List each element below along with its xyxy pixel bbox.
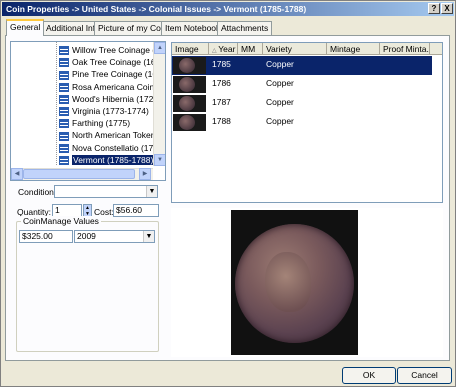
list-icon [59,46,69,56]
list-icon [59,143,69,153]
tree-item-label: Farthing (1775) [72,118,131,129]
value-amount: $325.00 [22,231,53,241]
cell-year: 1788 [212,116,231,126]
tree-item-label: Wood's Hibernia (1722-17 [72,93,166,104]
cost-value: $56.60 [116,205,142,215]
window-title: Coin Properties -> United States -> Colo… [2,2,454,16]
group-title: CoinManage Values [21,216,101,226]
tree-item[interactable]: North American Tokens (1 [59,129,166,141]
coin-tree[interactable]: Willow Tree Coinage (165 Oak Tree Coinage… [10,41,166,181]
table-row[interactable]: 1786 Copper [172,75,432,94]
tree-item[interactable]: Rosa Americana Coins (17 [59,81,166,93]
value-year-select[interactable]: 2009 ▼ [74,230,155,243]
tree-horizontal-scrollbar[interactable]: ◀ ▶ [11,168,153,180]
chevron-down-icon[interactable]: ▼ [143,231,154,242]
tree-item-label: Nova Constellatio (1783-1 [72,142,166,153]
scroll-left-arrow-icon[interactable]: ◀ [11,168,23,180]
column-header-year-label: Year [218,44,236,54]
coin-picture-area [171,208,443,357]
scroll-thumb[interactable] [23,169,135,179]
tree-item-label: Oak Tree Coinage (1660-1 [72,57,166,68]
column-header-year[interactable]: △ Year [209,43,238,55]
coin-properties-window: Coin Properties -> United States -> Colo… [0,0,456,387]
table-row[interactable]: 1787 Copper [172,94,432,113]
coin-thumbnail [173,76,206,93]
cell-variety: Copper [266,97,294,107]
coin-portrait [265,252,311,312]
tree-item-label: Willow Tree Coinage (165 [72,45,166,55]
scroll-up-arrow-icon[interactable]: ▲ [154,42,165,54]
tree-item[interactable]: Farthing (1775) [59,117,130,129]
cell-year: 1785 [212,59,231,69]
column-header-mintage[interactable]: Mintage [327,43,380,55]
table-row[interactable]: 1788 Copper [172,113,432,132]
list-icon [59,131,69,141]
tree-item-label: Virginia (1773-1774) [72,106,149,116]
list-icon [59,82,69,92]
value-amount-field[interactable]: $325.00 [19,230,73,243]
coin-thumbnail [173,95,206,112]
coin-thumbnail [173,57,206,74]
cell-year: 1787 [212,97,231,107]
list-icon [59,107,69,117]
scroll-down-arrow-icon[interactable]: ▼ [154,154,165,166]
tree-item[interactable]: Wood's Hibernia (1722-17 [59,93,166,105]
cell-variety: Copper [266,59,294,69]
cell-variety: Copper [266,116,294,126]
help-button[interactable]: ? [428,3,440,14]
tree-item-label: Vermont (1785-1788) [72,154,155,165]
column-header-variety[interactable]: Variety [263,43,327,55]
grid-header: Image △ Year MM Variety Mintage Proof Mi… [172,43,442,55]
condition-label: Condition: [18,187,57,197]
tab-item-notebook[interactable]: Item Notebook [161,21,225,35]
list-icon [59,95,69,105]
column-header-mm[interactable]: MM [238,43,263,55]
tree-connector [56,42,57,166]
tree-vertical-scrollbar[interactable]: ▲ ▼ [153,42,165,166]
tab-attachments[interactable]: Attachments [217,21,273,35]
tree-item[interactable]: Pine Tree Coinage (1667- [59,68,166,80]
tree-item-label: North American Tokens (1 [72,130,166,141]
quantity-value: 1 [55,205,60,215]
coin-image [231,210,358,355]
list-icon [59,70,69,80]
tree-item[interactable]: Willow Tree Coinage (165 [59,44,166,56]
tree-item[interactable]: Virginia (1773-1774) [59,105,149,117]
list-icon [59,58,69,68]
coin-obverse [235,224,354,343]
cell-variety: Copper [266,78,294,88]
list-icon [59,156,69,166]
column-header-image[interactable]: Image [172,43,209,55]
tab-general[interactable]: General [6,19,45,36]
value-year: 2009 [77,231,96,241]
tree-item[interactable]: Vermont (1785-1788) [59,154,155,166]
tab-picture-of-my-coin[interactable]: Picture of my Coin [94,21,172,35]
chevron-down-icon[interactable]: ▼ [146,186,157,197]
condition-select[interactable]: ▼ [54,185,158,198]
ok-button[interactable]: OK [342,367,396,384]
cancel-button[interactable]: Cancel [397,367,452,384]
table-row[interactable]: 1785 Copper [172,56,432,75]
coin-thumbnail [173,114,206,131]
coin-variety-grid[interactable]: Image △ Year MM Variety Mintage Proof Mi… [171,42,443,203]
tree-item[interactable]: Nova Constellatio (1783-1 [59,142,166,154]
tree-item-label: Rosa Americana Coins (17 [72,81,166,92]
scroll-right-arrow-icon[interactable]: ▶ [139,168,151,180]
cell-year: 1786 [212,78,231,88]
tree-item-label: Pine Tree Coinage (1667- [72,69,166,80]
tree-item[interactable]: Oak Tree Coinage (1660-1 [59,56,166,68]
list-icon [59,119,69,129]
column-header-proof-mintage[interactable]: Proof Minta... [380,43,430,55]
close-button[interactable]: X [441,3,453,14]
cost-field[interactable]: $56.60 [113,204,159,217]
